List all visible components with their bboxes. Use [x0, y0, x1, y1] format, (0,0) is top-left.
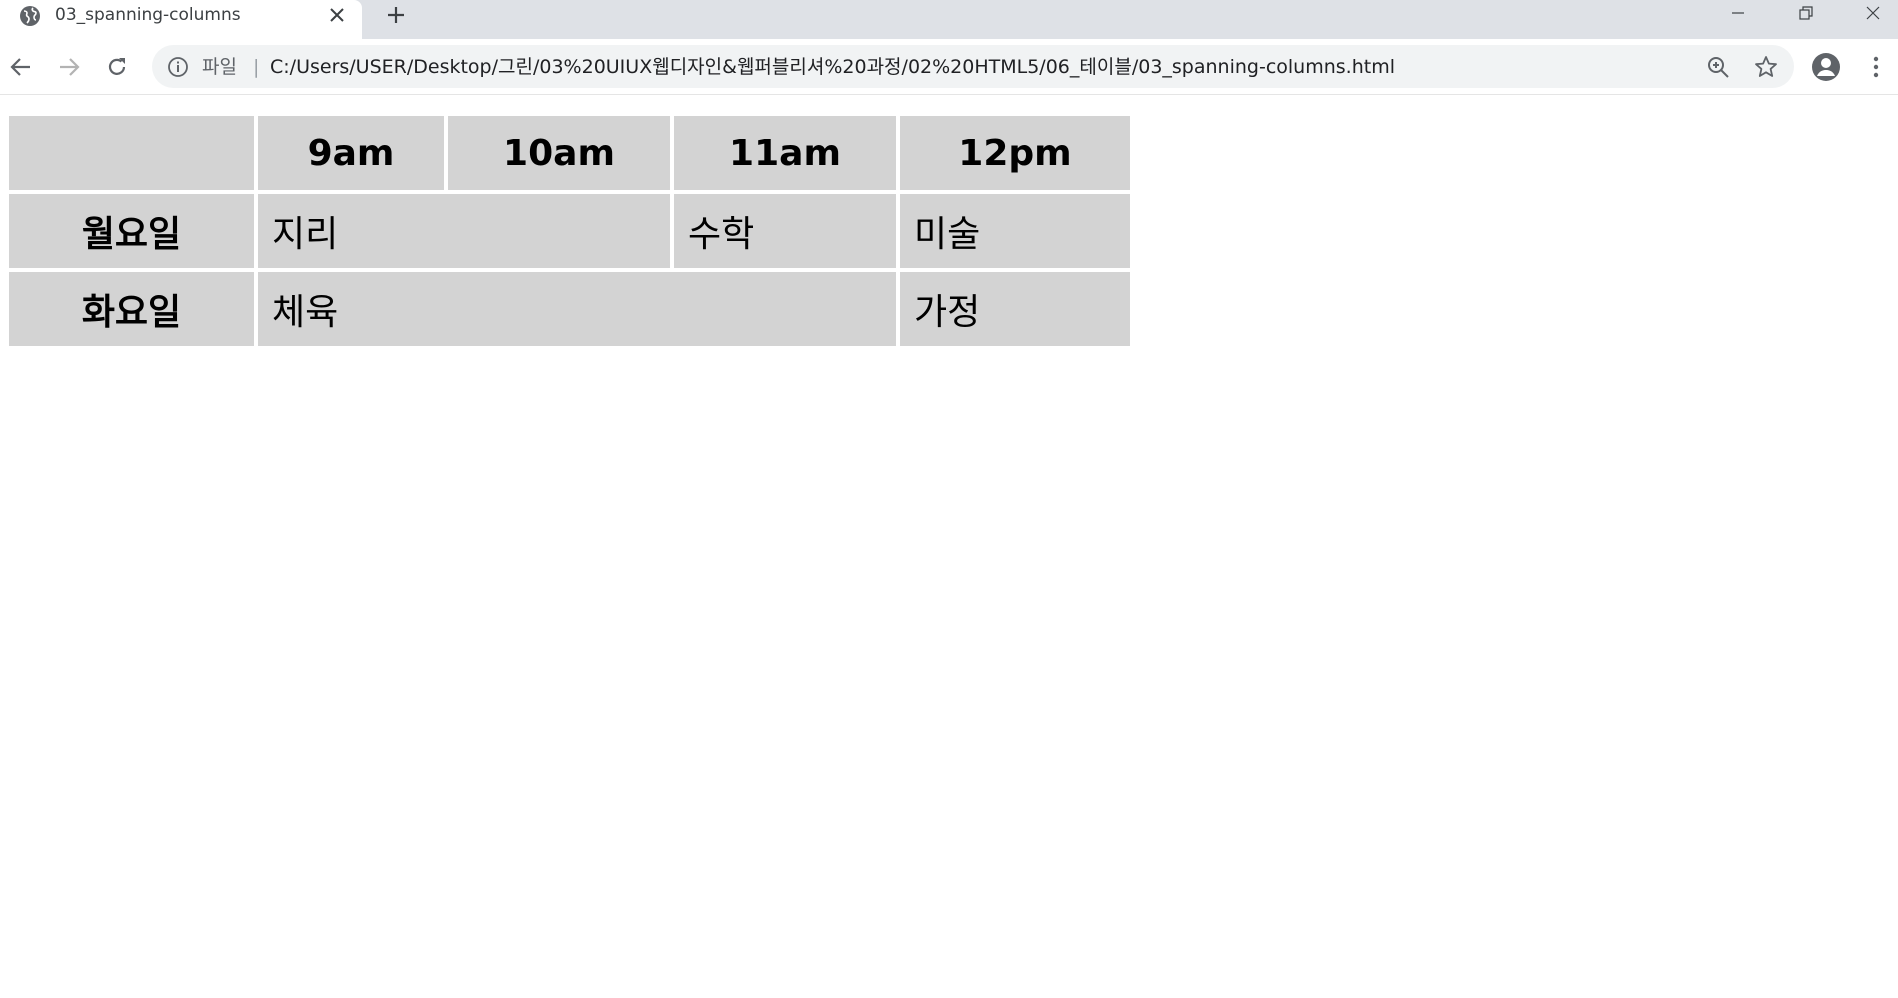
close-icon: [330, 8, 344, 22]
plus-icon: [388, 7, 404, 23]
forward-button[interactable]: [52, 50, 86, 84]
star-icon[interactable]: [1753, 54, 1779, 80]
back-arrow-icon: [10, 58, 30, 76]
timetable-header-row: 9am 10am 11am 12pm: [9, 116, 1130, 190]
back-button[interactable]: [4, 50, 38, 84]
header-cell-12pm: 12pm: [900, 116, 1130, 190]
close-window-icon: [1866, 6, 1880, 20]
account-icon[interactable]: [1810, 51, 1842, 83]
close-window-button[interactable]: [1848, 0, 1898, 26]
row-header-monday: 월요일: [9, 194, 254, 268]
reload-icon: [108, 58, 126, 75]
table-row: 화요일 체육 가정: [9, 272, 1130, 346]
row-header-tuesday: 화요일: [9, 272, 254, 346]
table-cell: 지리: [258, 194, 670, 268]
url-text[interactable]: C:/Users/USER/Desktop/그린/03%20UIUX웹디자인&웹…: [270, 55, 1395, 79]
new-tab-button[interactable]: [380, 0, 412, 30]
restore-button[interactable]: [1781, 0, 1831, 26]
forward-arrow-icon: [60, 58, 80, 76]
scheme-label: 파일: [202, 56, 237, 78]
reload-button[interactable]: [100, 50, 134, 84]
close-tab-button[interactable]: [324, 2, 350, 28]
scheme-separator: |: [253, 56, 260, 78]
restore-icon: [1799, 6, 1813, 20]
minimize-button[interactable]: [1713, 0, 1763, 26]
timetable: 9am 10am 11am 12pm 월요일 지리 수학 미술 화요일 체육 가…: [5, 112, 1134, 350]
table-cell: 미술: [900, 194, 1130, 268]
header-cell-9am: 9am: [258, 116, 444, 190]
table-row: 월요일 지리 수학 미술: [9, 194, 1130, 268]
table-cell: 수학: [674, 194, 896, 268]
table-cell: 체육: [258, 272, 896, 346]
globe-icon: [20, 6, 40, 26]
zoom-in-icon[interactable]: [1705, 54, 1731, 80]
tab-title: 03_spanning-columns: [55, 5, 241, 25]
browser-toolbar: 파일 | C:/Users/USER/Desktop/그린/03%20UIUX웹…: [0, 39, 1898, 95]
browser-tab[interactable]: 03_spanning-columns: [0, 0, 362, 39]
header-cell-empty: [9, 116, 254, 190]
kebab-menu-icon: [1873, 56, 1879, 78]
address-bar[interactable]: 파일 | C:/Users/USER/Desktop/그린/03%20UIUX웹…: [152, 45, 1794, 88]
page-content: 9am 10am 11am 12pm 월요일 지리 수학 미술 화요일 체육 가…: [0, 95, 1898, 998]
tab-strip: 03_spanning-columns: [0, 0, 1898, 39]
info-icon[interactable]: [166, 55, 190, 79]
header-cell-10am: 10am: [448, 116, 670, 190]
header-cell-11am: 11am: [674, 116, 896, 190]
minimize-icon: [1732, 12, 1744, 14]
browser-chrome: 03_spanning-columns 파일 | C:/Users/USER/D…: [0, 0, 1898, 95]
table-cell: 가정: [900, 272, 1130, 346]
browser-menu-button[interactable]: [1862, 51, 1890, 83]
